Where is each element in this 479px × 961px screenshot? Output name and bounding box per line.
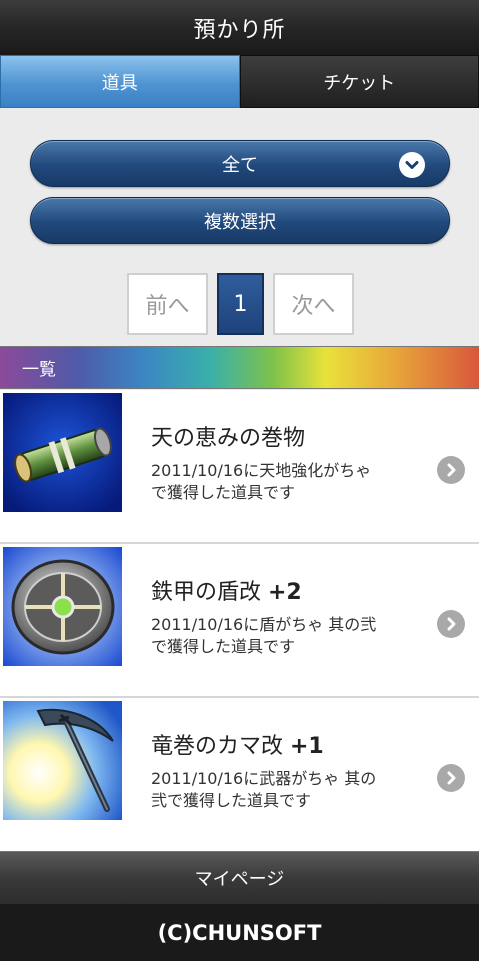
shield-icon [3, 547, 122, 666]
current-page-number: 1 [233, 291, 248, 317]
list-item[interactable]: 鉄甲の盾改 +2 2011/10/16に盾がちゃ 其の弐で獲得した道具です [0, 544, 479, 698]
item-plus: +1 [290, 734, 324, 759]
tab-bar: 道具 チケット [0, 55, 479, 108]
current-page-button[interactable]: 1 [217, 273, 264, 335]
item-name-text: 鉄甲の盾改 [151, 580, 268, 605]
app-header: 預かり所 [0, 0, 479, 55]
multi-select-label: 複数選択 [204, 211, 276, 233]
item-name-text: 竜巻のカマ改 [151, 734, 290, 759]
controls-panel: 全て 複数選択 前へ 1 次へ [0, 108, 479, 346]
chevron-down-icon [399, 152, 425, 178]
tab-items-label: 道具 [101, 72, 138, 94]
page-title: 預かり所 [193, 17, 286, 43]
copyright-text: (C)CHUNSOFT [157, 920, 322, 945]
item-name: 竜巻のカマ改 +1 [151, 728, 324, 760]
list-item[interactable]: 竜巻のカマ改 +1 2011/10/16に武器がちゃ 其の弐で獲得した道具です [0, 698, 479, 852]
chevron-right-icon[interactable] [437, 610, 465, 638]
tab-tickets-label: チケット [323, 72, 396, 94]
next-page-button[interactable]: 次へ [273, 273, 354, 335]
scroll-icon [3, 393, 122, 512]
prev-page-label: 前へ [145, 294, 190, 319]
item-list: 天の恵みの巻物 2011/10/16に天地強化がちゃで獲得した道具です 鉄甲の盾… [0, 390, 479, 852]
tab-items[interactable]: 道具 [0, 55, 240, 108]
chevron-right-icon[interactable] [437, 456, 465, 484]
mypage-link[interactable]: マイページ [0, 851, 479, 904]
next-page-label: 次へ [291, 294, 336, 319]
item-plus: +2 [268, 580, 302, 605]
category-filter-value: 全て [222, 154, 258, 176]
item-name: 天の恵みの巻物 [151, 420, 305, 452]
chevron-right-icon[interactable] [437, 764, 465, 792]
item-name-text: 天の恵みの巻物 [151, 426, 306, 451]
list-item[interactable]: 天の恵みの巻物 2011/10/16に天地強化がちゃで獲得した道具です [0, 390, 479, 544]
sickle-icon [3, 701, 122, 820]
list-heading-label: 一覧 [22, 360, 56, 380]
item-description: 2011/10/16に天地強化がちゃで獲得した道具です [151, 461, 372, 502]
list-heading: 一覧 [0, 346, 479, 389]
tab-tickets[interactable]: チケット [239, 55, 479, 108]
item-name: 鉄甲の盾改 +2 [151, 574, 302, 606]
mypage-label: マイページ [194, 869, 285, 890]
item-description: 2011/10/16に盾がちゃ 其の弐で獲得した道具です [151, 615, 377, 656]
category-filter-select[interactable]: 全て [30, 140, 450, 187]
item-description: 2011/10/16に武器がちゃ 其の弐で獲得した道具です [151, 769, 377, 810]
footer: (C)CHUNSOFT [0, 904, 479, 961]
prev-page-button[interactable]: 前へ [127, 273, 208, 335]
multi-select-button[interactable]: 複数選択 [30, 197, 450, 244]
